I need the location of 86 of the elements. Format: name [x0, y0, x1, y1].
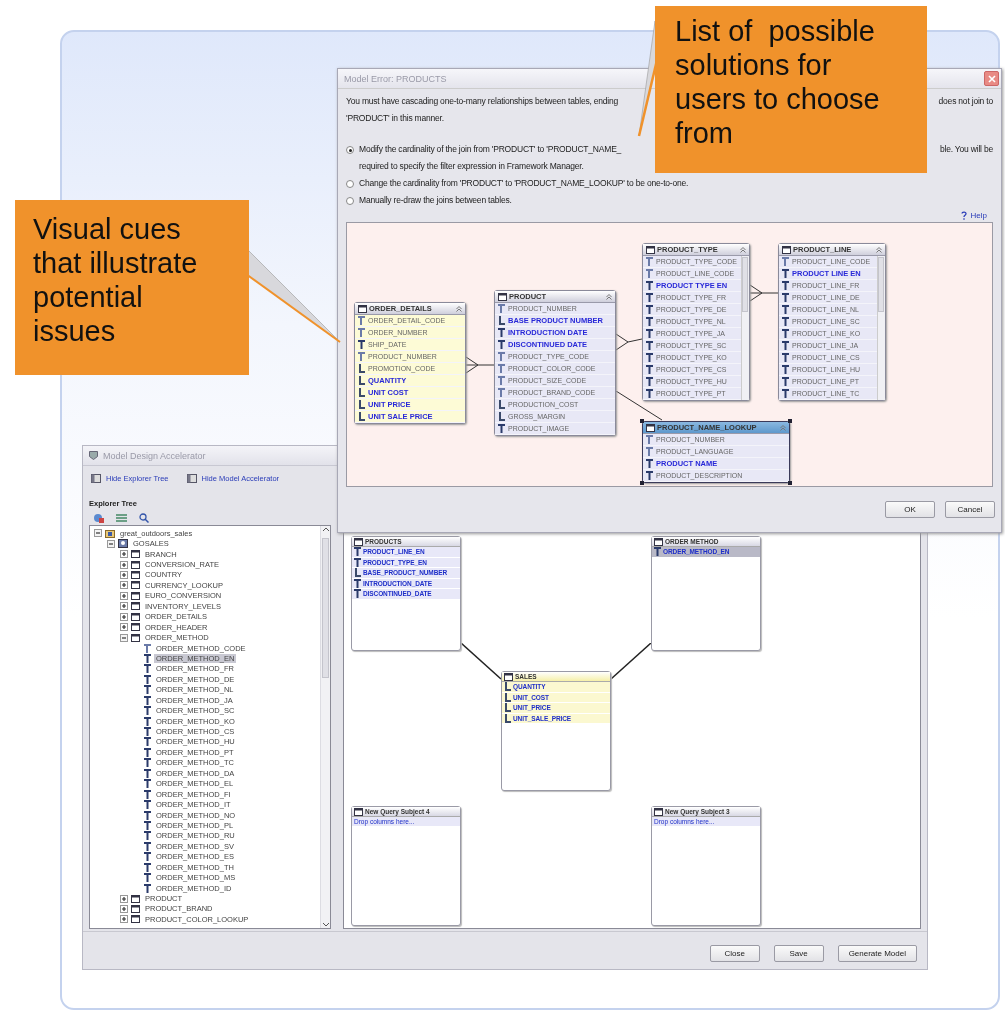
- expand-icon[interactable]: [120, 550, 128, 559]
- option-label: required to specify the filter expression in Framework Manager.: [359, 160, 585, 173]
- table-icon: [646, 423, 655, 432]
- window-title: Model Design Accelerator: [103, 450, 206, 461]
- expand-icon[interactable]: [120, 623, 128, 632]
- scroll-thumb[interactable]: [878, 257, 884, 312]
- expand-icon[interactable]: [120, 904, 128, 913]
- dialog-title: Model Error: PRODUCTS: [344, 73, 447, 84]
- expand-icon[interactable]: [120, 591, 128, 600]
- table-icon: [131, 560, 140, 569]
- collapse-icon[interactable]: [107, 539, 115, 548]
- table-icon: [131, 602, 140, 611]
- scroll-up-icon[interactable]: [321, 526, 330, 534]
- relationship-line: [466, 356, 495, 374]
- expand-icon[interactable]: [120, 570, 128, 579]
- scroll-thumb[interactable]: [742, 257, 748, 312]
- package-icon: [105, 528, 115, 538]
- table-icon: [131, 591, 140, 600]
- option-label: Modify the cardinality of the join from 'PRODUCT' to 'PRODUCT_NAME_: [359, 143, 622, 156]
- question-icon: [960, 211, 967, 220]
- join-line: [610, 643, 652, 680]
- key-column-icon: [498, 304, 505, 313]
- collapse-icon[interactable]: [740, 246, 746, 253]
- callout: List of possible solutions for users to choose from: [655, 6, 927, 173]
- table-icon: [131, 633, 140, 642]
- collapse-icon[interactable]: [456, 305, 462, 312]
- table-icon: [131, 894, 140, 903]
- key-column-icon: [782, 257, 789, 266]
- message-text: does not join to: [938, 95, 993, 108]
- column-icon: [654, 547, 661, 557]
- expand-icon[interactable]: [120, 894, 128, 903]
- table-icon: [358, 304, 367, 313]
- key-column-icon: [144, 643, 151, 653]
- table-icon: [498, 292, 507, 301]
- table-icon: [131, 915, 140, 924]
- dialog-button[interactable]: Close: [709, 945, 760, 962]
- collapse-icon[interactable]: [94, 529, 102, 538]
- namespace-icon: [118, 539, 128, 549]
- table-icon: [131, 623, 140, 632]
- ruler-icon: [354, 568, 361, 578]
- scroll-down-icon[interactable]: [321, 920, 330, 928]
- dialog-button[interactable]: Save: [773, 945, 824, 962]
- radio-button[interactable]: [346, 146, 354, 154]
- column-icon: [498, 424, 505, 433]
- option-label: Manually re-draw the joins between tables.: [359, 194, 512, 207]
- search-icon[interactable]: [139, 513, 149, 523]
- callout: Visual cues that illustrate potential issues: [15, 200, 249, 375]
- join-line: [461, 643, 502, 680]
- scroll-thumb[interactable]: [322, 538, 329, 678]
- table-icon: [131, 904, 140, 913]
- panel-icon: [186, 474, 197, 483]
- table-icon: [131, 581, 140, 590]
- ruler-icon: [498, 316, 505, 325]
- table-icon: [131, 612, 140, 621]
- relationship-line: [750, 284, 779, 302]
- collapse-icon[interactable]: [606, 293, 612, 300]
- dialog-button[interactable]: Generate Model: [837, 945, 917, 962]
- message-text: 'PRODUCT' in this manner.: [346, 112, 445, 125]
- radio-button[interactable]: [346, 197, 354, 205]
- message-text: You must have cascading one-to-many relationships between tables, ending: [346, 95, 619, 108]
- table-node[interactable]: [642, 243, 750, 401]
- table-icon: [646, 245, 655, 254]
- option-label: ble. You will be: [939, 143, 993, 156]
- panel-icon: [91, 474, 101, 483]
- app-icon: [89, 451, 98, 460]
- table-icon: [782, 245, 791, 254]
- close-button[interactable]: [984, 71, 999, 86]
- collapse-icon[interactable]: [876, 246, 882, 253]
- expand-icon[interactable]: [120, 581, 128, 590]
- expand-icon[interactable]: [120, 612, 128, 621]
- key-column-icon: [358, 352, 365, 361]
- option-label: Change the cardinality from 'PRODUCT' to 'PRODUCT_NAME_LOOKUP' to be one-to-one.: [359, 177, 689, 190]
- close-icon: [987, 74, 996, 83]
- table-node[interactable]: [778, 243, 886, 401]
- column-icon: [358, 340, 365, 349]
- dialog-button[interactable]: Cancel: [945, 501, 995, 518]
- expand-icon[interactable]: [120, 915, 128, 924]
- collapse-icon[interactable]: [120, 633, 128, 642]
- radio-button[interactable]: [346, 180, 354, 188]
- table-icon: [131, 570, 140, 579]
- table-icon: [131, 550, 140, 559]
- refresh-icon[interactable]: [93, 513, 104, 523]
- expand-icon[interactable]: [120, 560, 128, 569]
- expand-icon[interactable]: [120, 602, 128, 611]
- help-link[interactable]: Help: [960, 211, 987, 220]
- dialog-button[interactable]: OK: [885, 501, 935, 518]
